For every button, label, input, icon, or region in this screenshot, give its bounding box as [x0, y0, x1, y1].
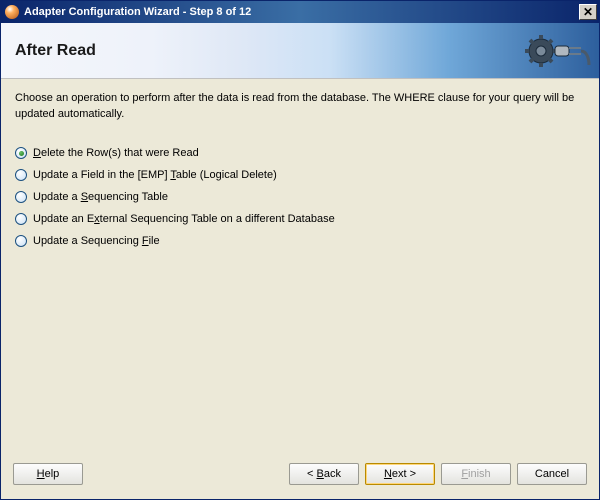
next-button[interactable]: Next >	[365, 463, 435, 485]
option-label: Update a Sequencing File	[33, 235, 160, 247]
radio-icon	[15, 213, 27, 225]
option-sequencing-file[interactable]: Update a Sequencing File	[15, 233, 585, 250]
radio-icon	[15, 169, 27, 181]
content-area: Choose an operation to perform after the…	[1, 79, 599, 457]
radio-group-after-read: Delete the Row(s) that were Read Update …	[15, 145, 585, 250]
wizard-window: Adapter Configuration Wizard - Step 8 of…	[0, 0, 600, 500]
option-label: Update a Sequencing Table	[33, 191, 168, 203]
option-external-sequencing[interactable]: Update an External Sequencing Table on a…	[15, 211, 585, 228]
app-icon	[5, 5, 19, 19]
titlebar: Adapter Configuration Wizard - Step 8 of…	[1, 1, 599, 23]
gear-plug-icon	[521, 29, 591, 73]
radio-icon	[15, 147, 27, 159]
window-title: Adapter Configuration Wizard - Step 8 of…	[24, 6, 579, 18]
radio-icon	[15, 191, 27, 203]
option-sequencing-table[interactable]: Update a Sequencing Table	[15, 189, 585, 206]
option-label: Update an External Sequencing Table on a…	[33, 213, 335, 225]
instruction-text: Choose an operation to perform after the…	[15, 91, 585, 123]
back-button[interactable]: < Back	[289, 463, 359, 485]
help-button[interactable]: Help	[13, 463, 83, 485]
page-title: After Read	[1, 42, 96, 60]
wizard-header: After Read	[1, 23, 599, 79]
option-logical-delete[interactable]: Update a Field in the [EMP] Table (Logic…	[15, 167, 585, 184]
cancel-button[interactable]: Cancel	[517, 463, 587, 485]
option-label: Delete the Row(s) that were Read	[33, 147, 199, 159]
option-delete-rows[interactable]: Delete the Row(s) that were Read	[15, 145, 585, 162]
wizard-footer: Help < Back Next > Finish Cancel	[1, 457, 599, 499]
option-label: Update a Field in the [EMP] Table (Logic…	[33, 169, 277, 181]
finish-button: Finish	[441, 463, 511, 485]
close-icon[interactable]: ✕	[579, 4, 597, 20]
radio-icon	[15, 235, 27, 247]
